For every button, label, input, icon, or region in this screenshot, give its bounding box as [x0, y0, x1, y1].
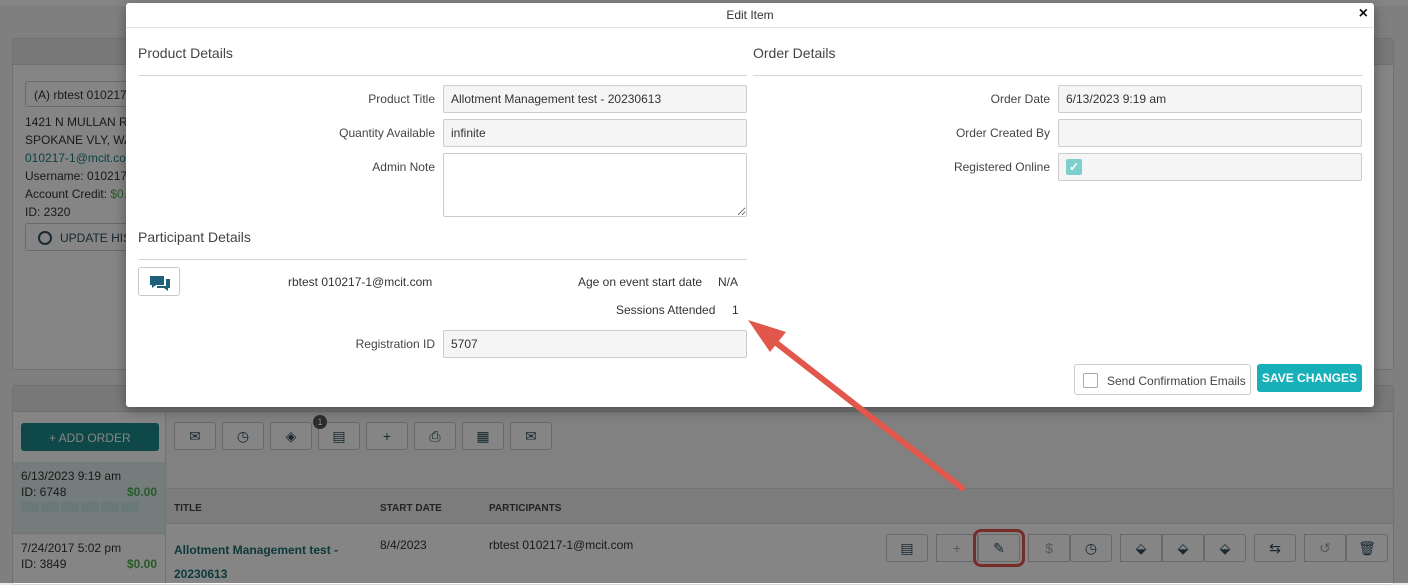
order-details-heading: Order Details [753, 45, 836, 61]
send-confirmation-checkbox[interactable] [1083, 373, 1098, 388]
age-label: Age on event start date [578, 275, 703, 289]
sessions-attended-value: 1 [732, 303, 739, 317]
divider [138, 75, 747, 76]
order-created-by-label: Order Created By [955, 126, 1050, 140]
divider [138, 259, 747, 260]
participant-details-heading: Participant Details [138, 229, 251, 245]
chat-icon [150, 276, 170, 291]
admin-note-label: Admin Note [372, 160, 435, 174]
order-date-field[interactable] [1058, 85, 1362, 113]
send-confirmation-toggle[interactable]: Send Confirmation Emails [1074, 364, 1251, 395]
edit-item-modal: Edit Item × Product Details Product Titl… [126, 3, 1374, 407]
save-changes-button[interactable]: SAVE CHANGES [1257, 364, 1362, 392]
modal-title: Edit Item [126, 3, 1374, 28]
participant-email: rbtest 010217-1@mcit.com [288, 275, 433, 289]
quantity-available-label: Quantity Available [339, 126, 435, 140]
registered-online-label: Registered Online [953, 160, 1050, 174]
registered-online-checkbox[interactable]: ✓ [1066, 159, 1082, 175]
order-created-by-field[interactable] [1058, 119, 1362, 147]
registration-id-label: Registration ID [355, 337, 435, 351]
product-details-heading: Product Details [138, 45, 233, 61]
age-value: N/A [718, 275, 739, 289]
admin-note-textarea[interactable] [443, 153, 747, 217]
divider [753, 75, 1362, 76]
product-title-label: Product Title [368, 92, 435, 106]
order-date-label: Order Date [990, 92, 1050, 106]
close-icon[interactable]: × [1359, 5, 1368, 23]
sessions-attended-label: Sessions Attended [616, 303, 716, 317]
product-title-field[interactable] [443, 85, 747, 113]
quantity-available-field[interactable] [443, 119, 747, 147]
message-button[interactable] [138, 267, 180, 296]
send-confirmation-label: Send Confirmation Emails [1107, 374, 1246, 388]
registration-id-field[interactable] [443, 330, 747, 358]
registered-online-box: ✓ [1058, 153, 1362, 181]
